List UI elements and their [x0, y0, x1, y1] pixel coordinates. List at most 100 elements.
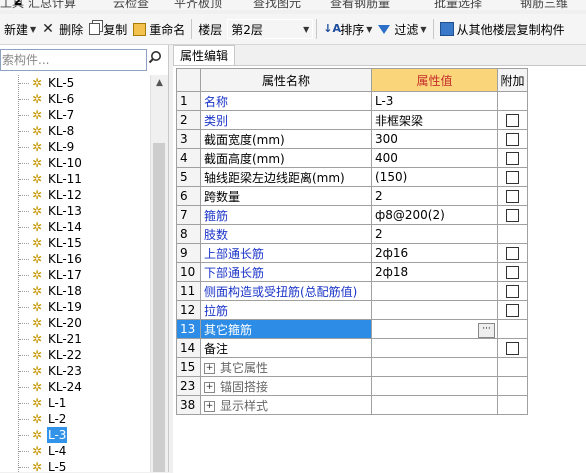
property-name: 其它属性 — [220, 360, 269, 375]
append-checkbox[interactable] — [506, 209, 519, 222]
filter-button[interactable]: 过滤 ▼ — [375, 18, 429, 40]
delete-button[interactable]: 删除 — [39, 18, 86, 40]
property-value-cell[interactable]: 2 — [371, 186, 498, 206]
append-checkbox[interactable] — [506, 266, 519, 279]
tree-item[interactable]: ✲ KL-23 — [0, 363, 150, 379]
search-icon[interactable] — [146, 50, 164, 68]
tree-item[interactable]: ✲ KL-24 — [0, 379, 150, 395]
top-strip-item-3[interactable]: 平齐板顶 — [174, 0, 222, 10]
tree-item[interactable]: ✲ KL-17 — [0, 267, 150, 283]
top-strip-item-4[interactable]: 查找图元 — [253, 0, 301, 10]
tree-item[interactable]: ✲ KL-16 — [0, 251, 150, 267]
top-strip-item-5[interactable]: 查看钢筋量 — [330, 0, 390, 10]
append-checkbox[interactable] — [506, 190, 519, 203]
rename-button[interactable]: 重命名 — [130, 18, 188, 40]
property-row[interactable]: 15 + 其它属性 — [176, 357, 528, 377]
property-value-cell[interactable]: 2 — [371, 224, 498, 244]
property-value-cell[interactable] — [371, 300, 498, 320]
property-row[interactable]: 10 下部通长筋 2ф18 — [176, 262, 528, 282]
tree-item[interactable]: ✲ L-4 — [0, 443, 150, 459]
tree-item[interactable]: ✲ L-2 — [0, 411, 150, 427]
tree-item[interactable]: ✲ KL-12 — [0, 187, 150, 203]
property-row[interactable]: 11 侧面构造或受扭筋(总配筋值) — [176, 281, 528, 301]
property-value-cell[interactable]: (150) — [371, 167, 498, 187]
property-row[interactable]: 38 + 显示样式 — [176, 395, 528, 415]
search-input[interactable]: 索构件... — [0, 49, 147, 71]
append-checkbox[interactable] — [506, 114, 519, 127]
tree-item[interactable]: ✲ KL-19 — [0, 299, 150, 315]
tree-item[interactable]: ✲ KL-15 — [0, 235, 150, 251]
scrollbar-thumb[interactable] — [153, 143, 165, 472]
append-checkbox[interactable] — [506, 342, 519, 355]
property-row[interactable]: 9 上部通长筋 2ф16 — [176, 243, 528, 263]
property-row[interactable]: 3 截面宽度(mm) 300 — [176, 129, 528, 149]
property-row[interactable]: 12 拉筋 — [176, 300, 528, 320]
property-value-cell[interactable]: 400 — [371, 148, 498, 168]
tree-item[interactable]: ✲ KL-13 — [0, 203, 150, 219]
property-row[interactable]: 7 箍筋 ф8@200(2) — [176, 205, 528, 225]
tree-item[interactable]: ✲ KL-20 — [0, 315, 150, 331]
property-value-cell[interactable] — [371, 357, 498, 377]
top-strip-item-2[interactable]: 云检查 — [113, 0, 149, 10]
property-value-cell[interactable]: 非框架梁 — [371, 110, 498, 130]
tree-item[interactable]: ✲ KL-7 — [0, 107, 150, 123]
tree-item[interactable]: ✲ L-1 — [0, 395, 150, 411]
property-row[interactable]: 1 名称 L-3 — [176, 91, 528, 111]
property-value-cell[interactable] — [371, 281, 498, 301]
property-name-cell: 肢数 — [200, 224, 372, 244]
property-row[interactable]: 4 截面高度(mm) 400 — [176, 148, 528, 168]
expand-plus-icon[interactable]: + — [204, 400, 215, 412]
scroll-up-icon[interactable]: ▲ — [151, 75, 168, 92]
floor-select[interactable]: 第2层 ▼ — [227, 19, 314, 39]
copy-from-floor-button[interactable]: 从其他楼层复制构件 — [437, 18, 568, 40]
tree-scrollbar[interactable]: ▲ — [150, 75, 168, 472]
property-value-cell[interactable]: 2ф18 — [371, 262, 498, 282]
gear-icon: ✲ — [31, 172, 43, 186]
top-strip-item-6[interactable]: 批量选择 — [434, 0, 482, 10]
tree-item[interactable]: ✲ KL-21 — [0, 331, 150, 347]
property-value-cell[interactable] — [371, 376, 498, 396]
property-value-cell[interactable]: L-3 — [371, 91, 498, 111]
property-value-cell[interactable] — [371, 338, 498, 358]
property-value-cell[interactable]: 300 — [371, 129, 498, 149]
expand-plus-icon[interactable]: + — [204, 381, 215, 393]
tree-item[interactable]: ✲ KL-10 — [0, 155, 150, 171]
property-row[interactable]: 6 跨数量 2 — [176, 186, 528, 206]
append-checkbox[interactable] — [506, 247, 519, 260]
property-value-cell[interactable] — [371, 395, 498, 415]
tree-item[interactable]: ✲ KL-6 — [0, 91, 150, 107]
append-checkbox[interactable] — [506, 133, 519, 146]
tree-item[interactable]: ✲ L-3 — [0, 427, 150, 443]
property-value-cell[interactable]: 2ф16 — [371, 243, 498, 263]
property-row[interactable]: 14 备注 — [176, 338, 528, 358]
append-checkbox[interactable] — [506, 152, 519, 165]
top-strip-item-7[interactable]: 钢筋三维 — [520, 0, 568, 10]
expand-plus-icon[interactable]: + — [204, 362, 215, 374]
tree-item[interactable]: ✲ KL-8 — [0, 123, 150, 139]
property-row[interactable]: 5 轴线距梁左边线距离(mm) (150) — [176, 167, 528, 187]
property-row[interactable]: 13 其它箍筋 ··· — [176, 319, 528, 339]
property-row[interactable]: 8 肢数 2 — [176, 224, 528, 244]
tree-item[interactable]: ✲ KL-11 — [0, 171, 150, 187]
copy-button[interactable]: 复制 — [86, 18, 130, 40]
property-row[interactable]: 23 + 锚固搭接 — [176, 376, 528, 396]
tree-item[interactable]: ✲ KL-9 — [0, 139, 150, 155]
property-add-cell — [497, 224, 528, 244]
append-checkbox[interactable] — [506, 171, 519, 184]
tree-item[interactable]: ✲ KL-18 — [0, 283, 150, 299]
property-value-cell[interactable]: ··· — [371, 319, 498, 339]
append-checkbox[interactable] — [506, 304, 519, 317]
new-button[interactable]: 新建 ▼ — [0, 18, 39, 40]
tree-item[interactable]: ✲ KL-22 — [0, 347, 150, 363]
property-row[interactable]: 2 类别 非框架梁 — [176, 110, 528, 130]
tab-property-edit[interactable]: 属性编辑 — [173, 45, 236, 66]
tree-item[interactable]: ✲ L-5 — [0, 459, 150, 472]
append-checkbox[interactable] — [506, 285, 519, 298]
gear-icon: ✲ — [31, 92, 43, 106]
top-strip-item-1[interactable]: 汇总计算 — [28, 0, 76, 10]
tree-item[interactable]: ✲ KL-14 — [0, 219, 150, 235]
ellipsis-button[interactable]: ··· — [478, 322, 495, 338]
sort-button[interactable]: ↓A 排序 ▼ — [320, 18, 375, 40]
property-value-cell[interactable]: ф8@200(2) — [371, 205, 498, 225]
tree-item[interactable]: ✲ KL-5 — [0, 75, 150, 91]
